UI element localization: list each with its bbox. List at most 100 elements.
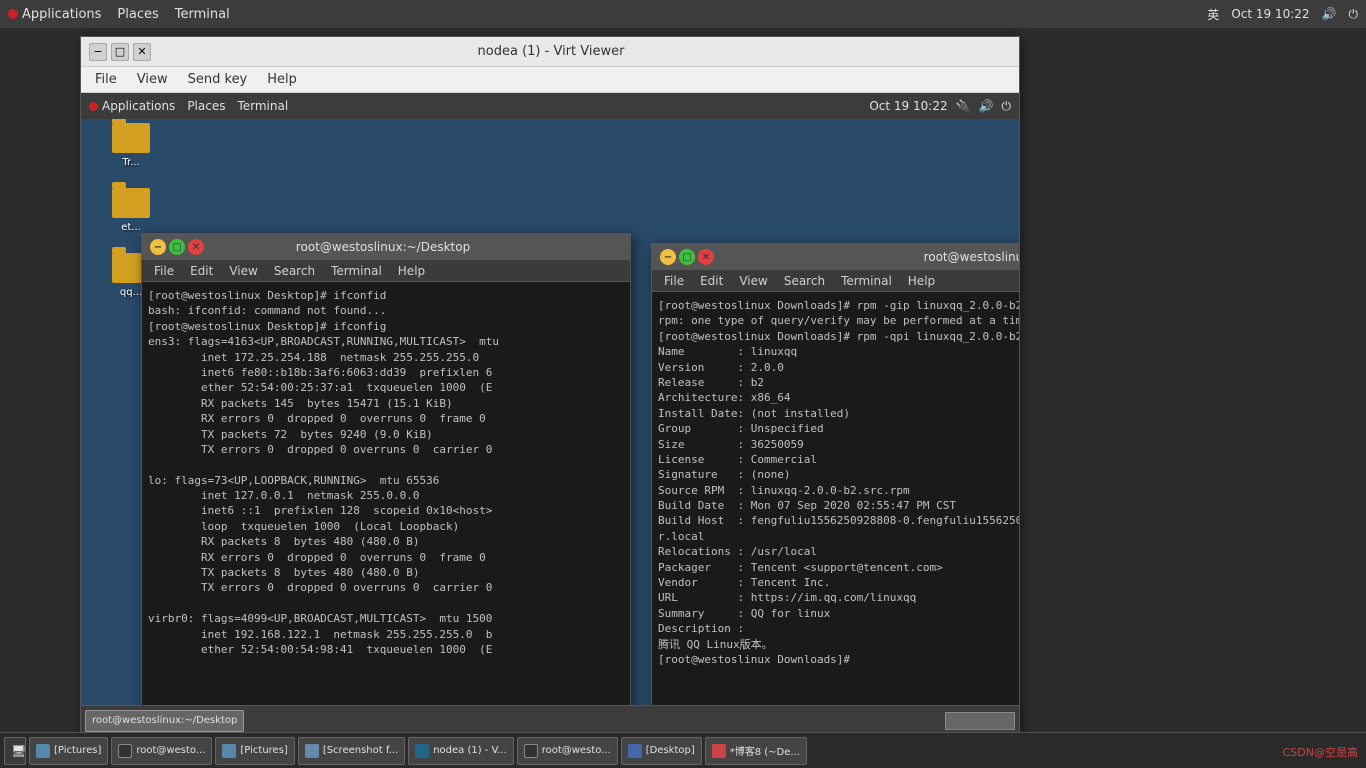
vm-volume-icon[interactable]: 🔊 bbox=[979, 99, 994, 113]
vm-icon-label-3: qq... bbox=[120, 287, 142, 298]
show-desktop-icon: 🖥 bbox=[11, 744, 26, 758]
top-bar-right: 英 Oct 19 10:22 🔊 ⏻ bbox=[1207, 6, 1358, 23]
term2-menu-bar: File Edit View Search Terminal Help bbox=[652, 270, 1019, 292]
taskbar-terminal-2-button[interactable]: root@westo... bbox=[517, 737, 618, 765]
virt-title-text: nodea (1) - Virt Viewer bbox=[151, 44, 951, 59]
term1-menu-file[interactable]: File bbox=[146, 263, 182, 279]
term2-title-bar: − □ ✕ root@westoslinux:/mnt/Downloads bbox=[652, 244, 1019, 270]
vm-display: Applications Places Terminal Oct 19 10:2… bbox=[81, 93, 1019, 735]
desktop-icon bbox=[628, 744, 642, 758]
vm-applications-label[interactable]: Applications bbox=[102, 99, 175, 113]
taskbar-nodea-button[interactable]: nodea (1) - V... bbox=[408, 737, 513, 765]
terminal-downloads-window: − □ ✕ root@westoslinux:/mnt/Downloads Fi… bbox=[651, 243, 1019, 735]
taskbar-screenshot-label: [Screenshot f... bbox=[323, 745, 398, 756]
term1-close-button[interactable]: ✕ bbox=[188, 239, 204, 255]
term2-win-controls[interactable]: − □ ✕ bbox=[660, 249, 714, 265]
term2-minimize-button[interactable]: − bbox=[660, 249, 676, 265]
vm-inner-top-bar: Applications Places Terminal Oct 19 10:2… bbox=[81, 93, 1019, 119]
term2-menu-view[interactable]: View bbox=[731, 273, 775, 289]
term2-menu-edit[interactable]: Edit bbox=[692, 273, 731, 289]
term2-close-button[interactable]: ✕ bbox=[698, 249, 714, 265]
csdn-watermark: CSDN@空是高 bbox=[1283, 744, 1358, 760]
blog-icon bbox=[712, 744, 726, 758]
nodea-icon bbox=[415, 744, 429, 758]
virt-minimize-button[interactable]: − bbox=[89, 43, 107, 61]
vm-desktop-icon-1[interactable]: Tr... bbox=[101, 123, 161, 168]
taskbar-pictures-1-button[interactable]: [Pictures] bbox=[29, 737, 108, 765]
vm-applications-menu[interactable]: Applications bbox=[89, 99, 175, 113]
taskbar-screenshot-button[interactable]: [Screenshot f... bbox=[298, 737, 405, 765]
vm-desktop-icon-2[interactable]: et... bbox=[101, 188, 161, 233]
fedora-icon bbox=[8, 9, 18, 19]
datetime-display: Oct 19 10:22 bbox=[1231, 7, 1309, 21]
term2-menu-file[interactable]: File bbox=[656, 273, 692, 289]
vm-datetime: Oct 19 10:22 bbox=[869, 99, 947, 113]
term1-maximize-button[interactable]: □ bbox=[169, 239, 185, 255]
show-desktop-button[interactable]: 🖥 bbox=[4, 737, 26, 765]
taskbar-terminal-2-label: root@westo... bbox=[542, 745, 611, 756]
terminal-desktop-window: − □ ✕ root@westoslinux:~/Desktop File Ed… bbox=[141, 233, 631, 713]
top-bar-left: Applications Places Terminal bbox=[8, 7, 230, 22]
virt-menu-help[interactable]: Help bbox=[257, 70, 307, 89]
term1-menu-terminal[interactable]: Terminal bbox=[323, 263, 390, 279]
terminal-1-icon bbox=[118, 744, 132, 758]
applications-menu[interactable]: Applications bbox=[8, 7, 101, 22]
vm-taskbar-desktop-label: root@westoslinux:~/Desktop bbox=[92, 715, 237, 726]
term1-title: root@westoslinux:~/Desktop bbox=[204, 240, 562, 254]
taskbar-blog-label: *博客8 (~De... bbox=[730, 743, 800, 758]
applications-label[interactable]: Applications bbox=[22, 7, 101, 22]
term2-menu-help[interactable]: Help bbox=[900, 273, 943, 289]
places-menu[interactable]: Places bbox=[117, 7, 158, 22]
term1-body[interactable]: [root@westoslinux Desktop]# ifconfid bas… bbox=[142, 282, 630, 712]
taskbar-pictures-2-label: [Pictures] bbox=[240, 745, 287, 756]
vm-network-icon: 🔌 bbox=[956, 99, 971, 113]
vm-taskbar-desktop-btn[interactable]: root@westoslinux:~/Desktop bbox=[85, 710, 244, 732]
language-indicator[interactable]: 英 bbox=[1207, 6, 1219, 23]
term2-title: root@westoslinux:/mnt/Downloads bbox=[714, 250, 1019, 264]
virt-maximize-button[interactable]: □ bbox=[111, 43, 129, 61]
taskbar-terminal-1-button[interactable]: root@westo... bbox=[111, 737, 212, 765]
vm-fedora-icon bbox=[89, 102, 98, 111]
term2-content: [root@westoslinux Downloads]# rpm -gip l… bbox=[658, 299, 1019, 666]
vm-taskbar-input[interactable] bbox=[945, 712, 1015, 730]
outer-taskbar: 🖥 [Pictures] root@westo... [Pictures] [S… bbox=[0, 732, 1366, 768]
terminal-2-icon bbox=[524, 744, 538, 758]
virt-menu-sendkey[interactable]: Send key bbox=[178, 70, 258, 89]
term2-menu-terminal[interactable]: Terminal bbox=[833, 273, 900, 289]
taskbar-pictures-2-button[interactable]: [Pictures] bbox=[215, 737, 294, 765]
vm-icon-label-2: et... bbox=[121, 222, 141, 233]
virt-close-button[interactable]: ✕ bbox=[133, 43, 151, 61]
term2-menu-search[interactable]: Search bbox=[776, 273, 833, 289]
pictures-1-icon bbox=[36, 744, 50, 758]
term1-win-controls[interactable]: − □ ✕ bbox=[150, 239, 204, 255]
vm-power-icon[interactable]: ⏻ bbox=[1002, 99, 1012, 114]
power-icon[interactable]: ⏻ bbox=[1349, 7, 1359, 22]
term2-body[interactable]: [root@westoslinux Downloads]# rpm -gip l… bbox=[652, 292, 1019, 735]
vm-terminal-menu[interactable]: Terminal bbox=[237, 99, 288, 113]
taskbar-terminal-1-label: root@westo... bbox=[136, 745, 205, 756]
folder-icon-2 bbox=[112, 188, 150, 218]
term2-maximize-button[interactable]: □ bbox=[679, 249, 695, 265]
term1-menu-view[interactable]: View bbox=[221, 263, 265, 279]
term1-menu-edit[interactable]: Edit bbox=[182, 263, 221, 279]
term1-menu-help[interactable]: Help bbox=[390, 263, 433, 279]
virt-menu-file[interactable]: File bbox=[85, 70, 127, 89]
taskbar-desktop-label: [Desktop] bbox=[646, 745, 695, 756]
term1-minimize-button[interactable]: − bbox=[150, 239, 166, 255]
volume-icon[interactable]: 🔊 bbox=[1322, 7, 1337, 21]
virt-menu-bar: File View Send key Help bbox=[81, 67, 1019, 93]
term1-title-bar: − □ ✕ root@westoslinux:~/Desktop bbox=[142, 234, 630, 260]
virt-menu-view[interactable]: View bbox=[127, 70, 178, 89]
virt-win-controls[interactable]: − □ ✕ bbox=[89, 43, 151, 61]
pictures-2-icon bbox=[222, 744, 236, 758]
vm-icon-label-1: Tr... bbox=[122, 157, 139, 168]
vm-places-menu[interactable]: Places bbox=[187, 99, 225, 113]
terminal-menu[interactable]: Terminal bbox=[175, 7, 230, 22]
screenshot-icon bbox=[305, 744, 319, 758]
term1-menu-search[interactable]: Search bbox=[266, 263, 323, 279]
term1-menu-bar: File Edit View Search Terminal Help bbox=[142, 260, 630, 282]
taskbar-nodea-label: nodea (1) - V... bbox=[433, 745, 506, 756]
vm-top-left: Applications Places Terminal bbox=[89, 99, 288, 113]
taskbar-blog-button[interactable]: *博客8 (~De... bbox=[705, 737, 807, 765]
taskbar-desktop-button[interactable]: [Desktop] bbox=[621, 737, 702, 765]
